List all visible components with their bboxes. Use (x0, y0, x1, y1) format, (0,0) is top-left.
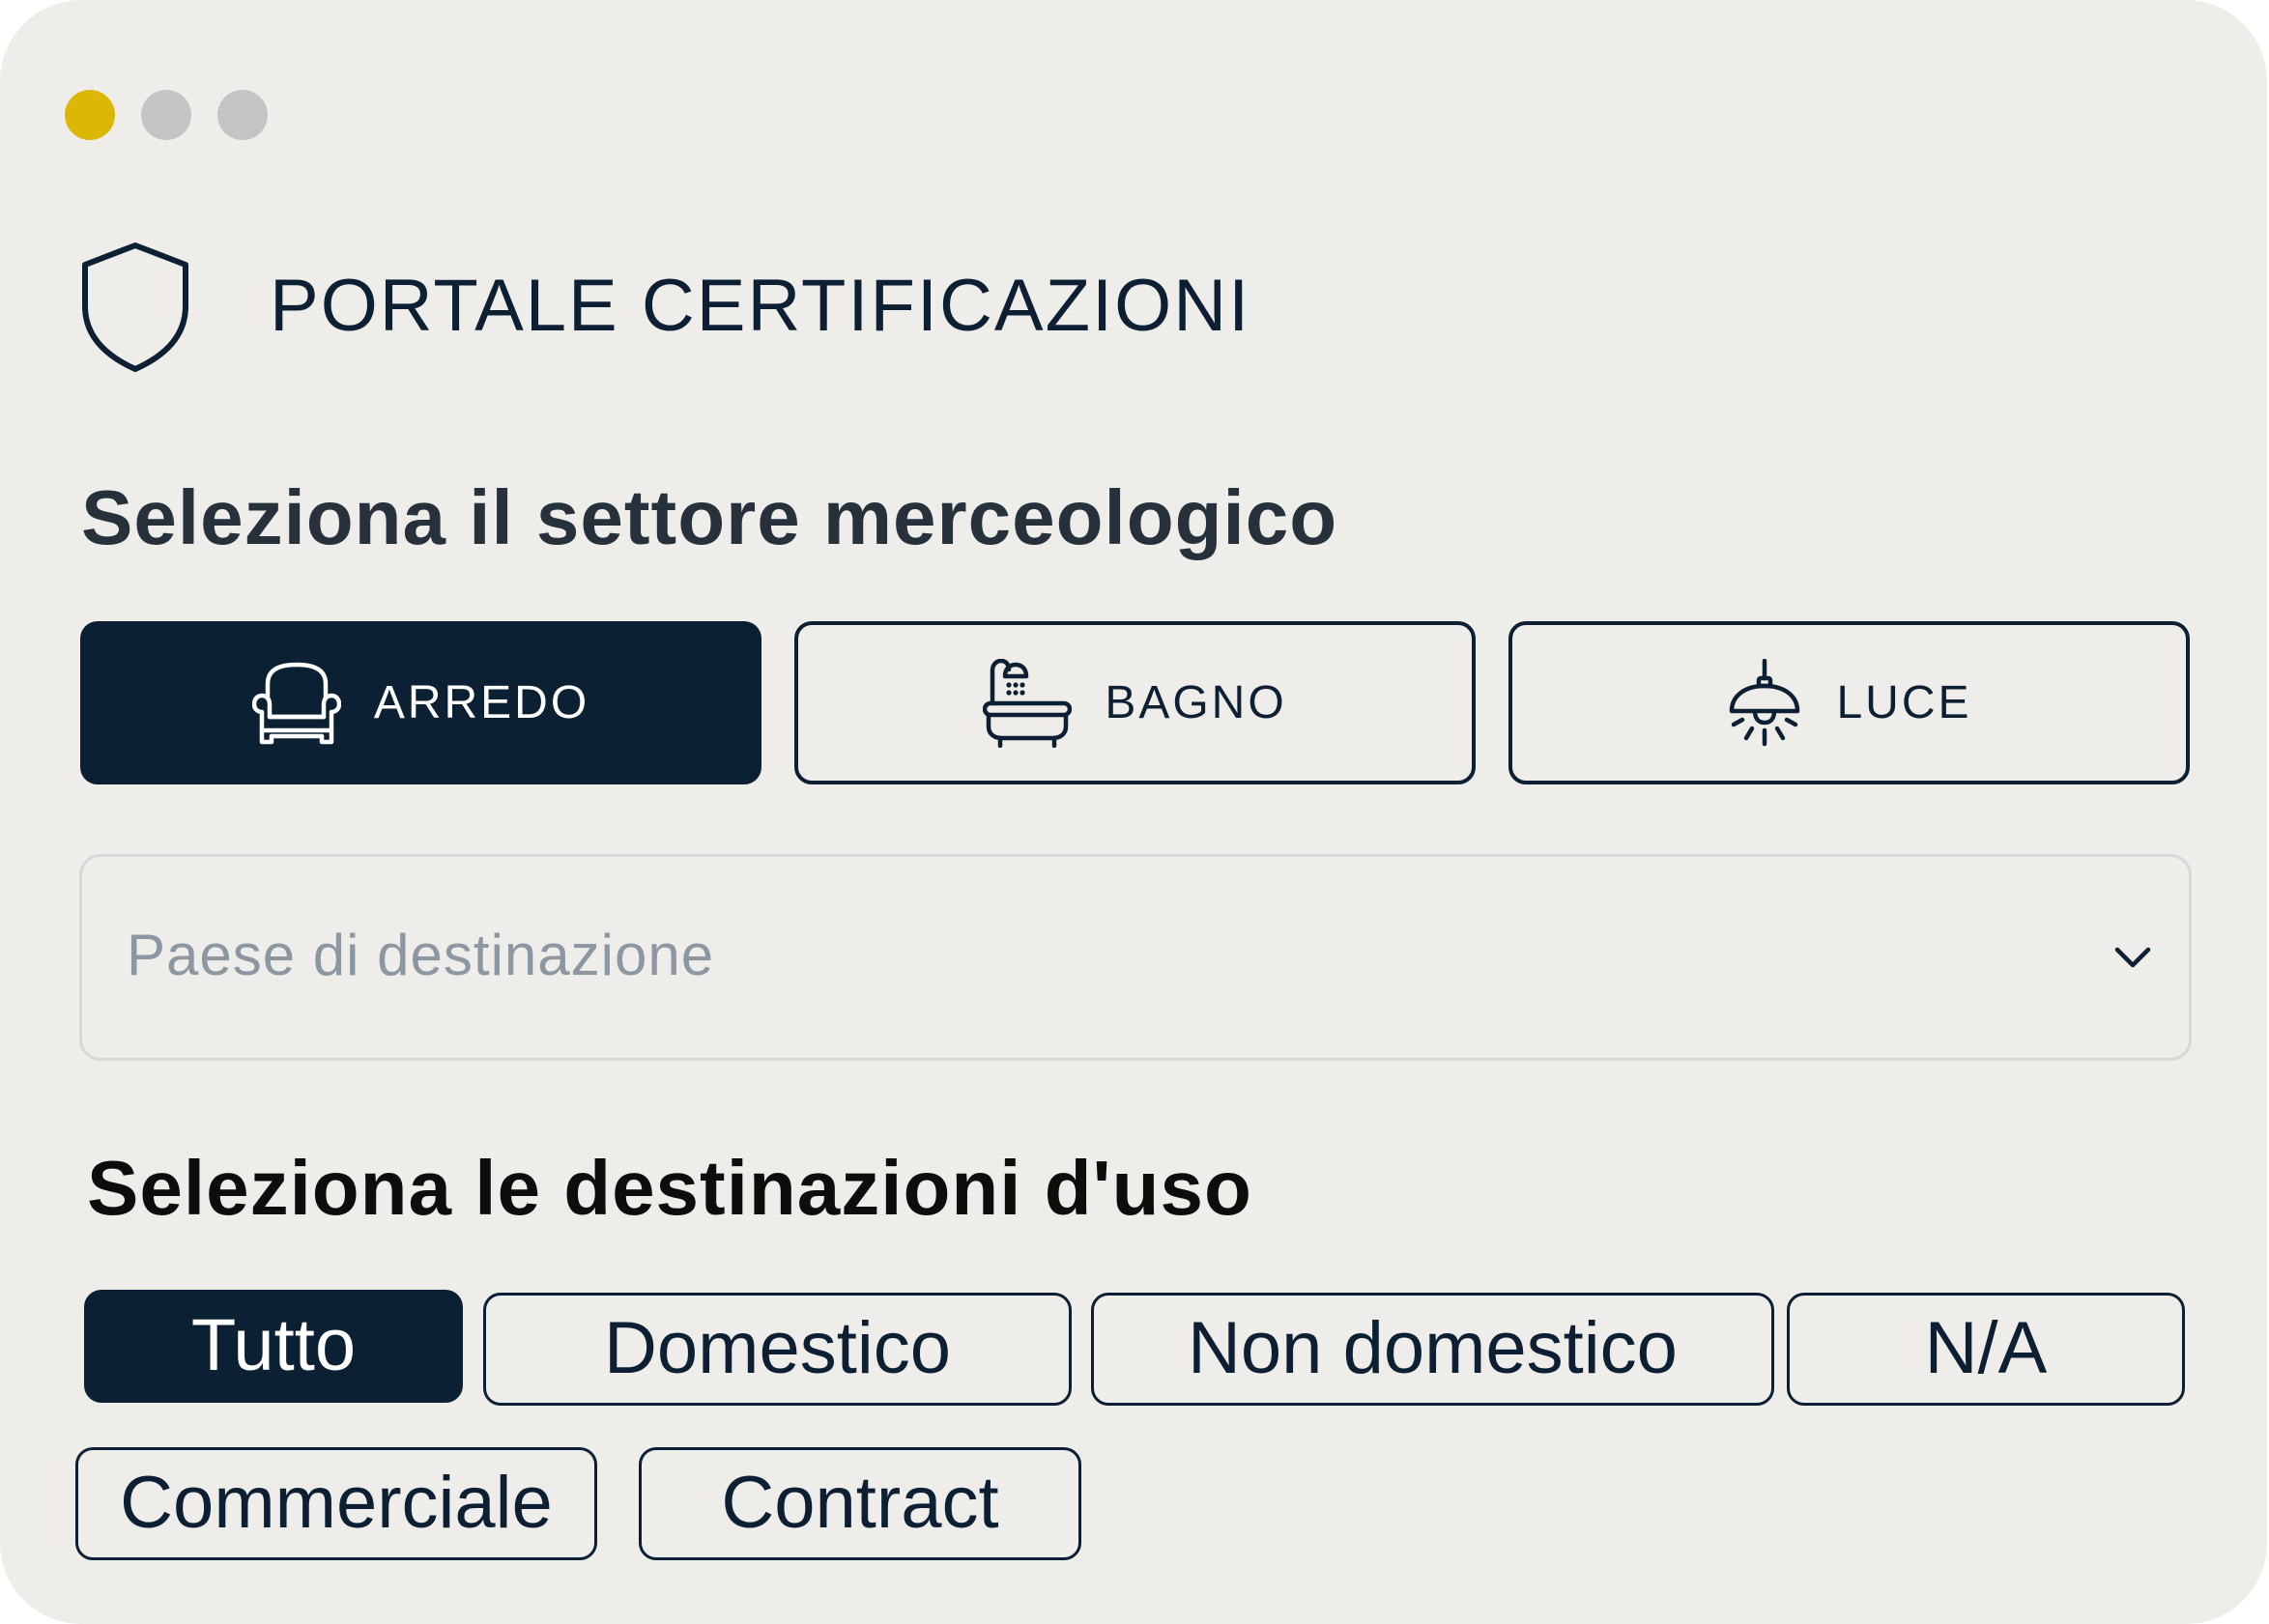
usage-chip-domestico[interactable]: Domestico (483, 1293, 1072, 1406)
sector-button-bagno[interactable]: BAGNO (794, 621, 1476, 784)
bathtub-icon (983, 658, 1073, 748)
window-control-grey-1[interactable] (141, 90, 191, 140)
usage-chip-contract[interactable]: Contract (639, 1447, 1081, 1560)
usage-chip-tutto[interactable]: Tutto (84, 1290, 463, 1403)
shield-icon (82, 242, 188, 372)
window-control-grey-2[interactable] (217, 90, 268, 140)
sector-label-luce: LUCE (1836, 676, 1972, 728)
sector-button-luce[interactable]: LUCE (1508, 621, 2190, 784)
sector-label-bagno: BAGNO (1105, 676, 1287, 728)
window-control-yellow[interactable] (65, 90, 115, 140)
app-title: PORTALE CERTIFICAZIONI (270, 265, 1251, 347)
destination-country-select[interactable]: Paese di destinazione (79, 854, 2192, 1061)
usage-heading: Seleziona le destinazioni d'uso (87, 1145, 1252, 1231)
destination-country-placeholder: Paese di destinazione (127, 923, 715, 987)
sector-button-arredo[interactable]: ARREDO (80, 621, 761, 784)
app-window: PORTALE CERTIFICAZIONI Seleziona il sett… (0, 0, 2267, 1624)
armchair-icon (251, 659, 341, 748)
ceiling-lamp-icon (1726, 658, 1803, 748)
chevron-down-icon (2114, 947, 2151, 968)
usage-chip-non-domestico[interactable]: Non domestico (1091, 1293, 1774, 1406)
sector-heading: Seleziona il settore merceologico (81, 474, 1338, 560)
usage-chip-na[interactable]: N/A (1787, 1293, 2185, 1406)
usage-chip-commerciale[interactable]: Commerciale (75, 1447, 597, 1560)
sector-label-arredo: ARREDO (373, 676, 590, 728)
